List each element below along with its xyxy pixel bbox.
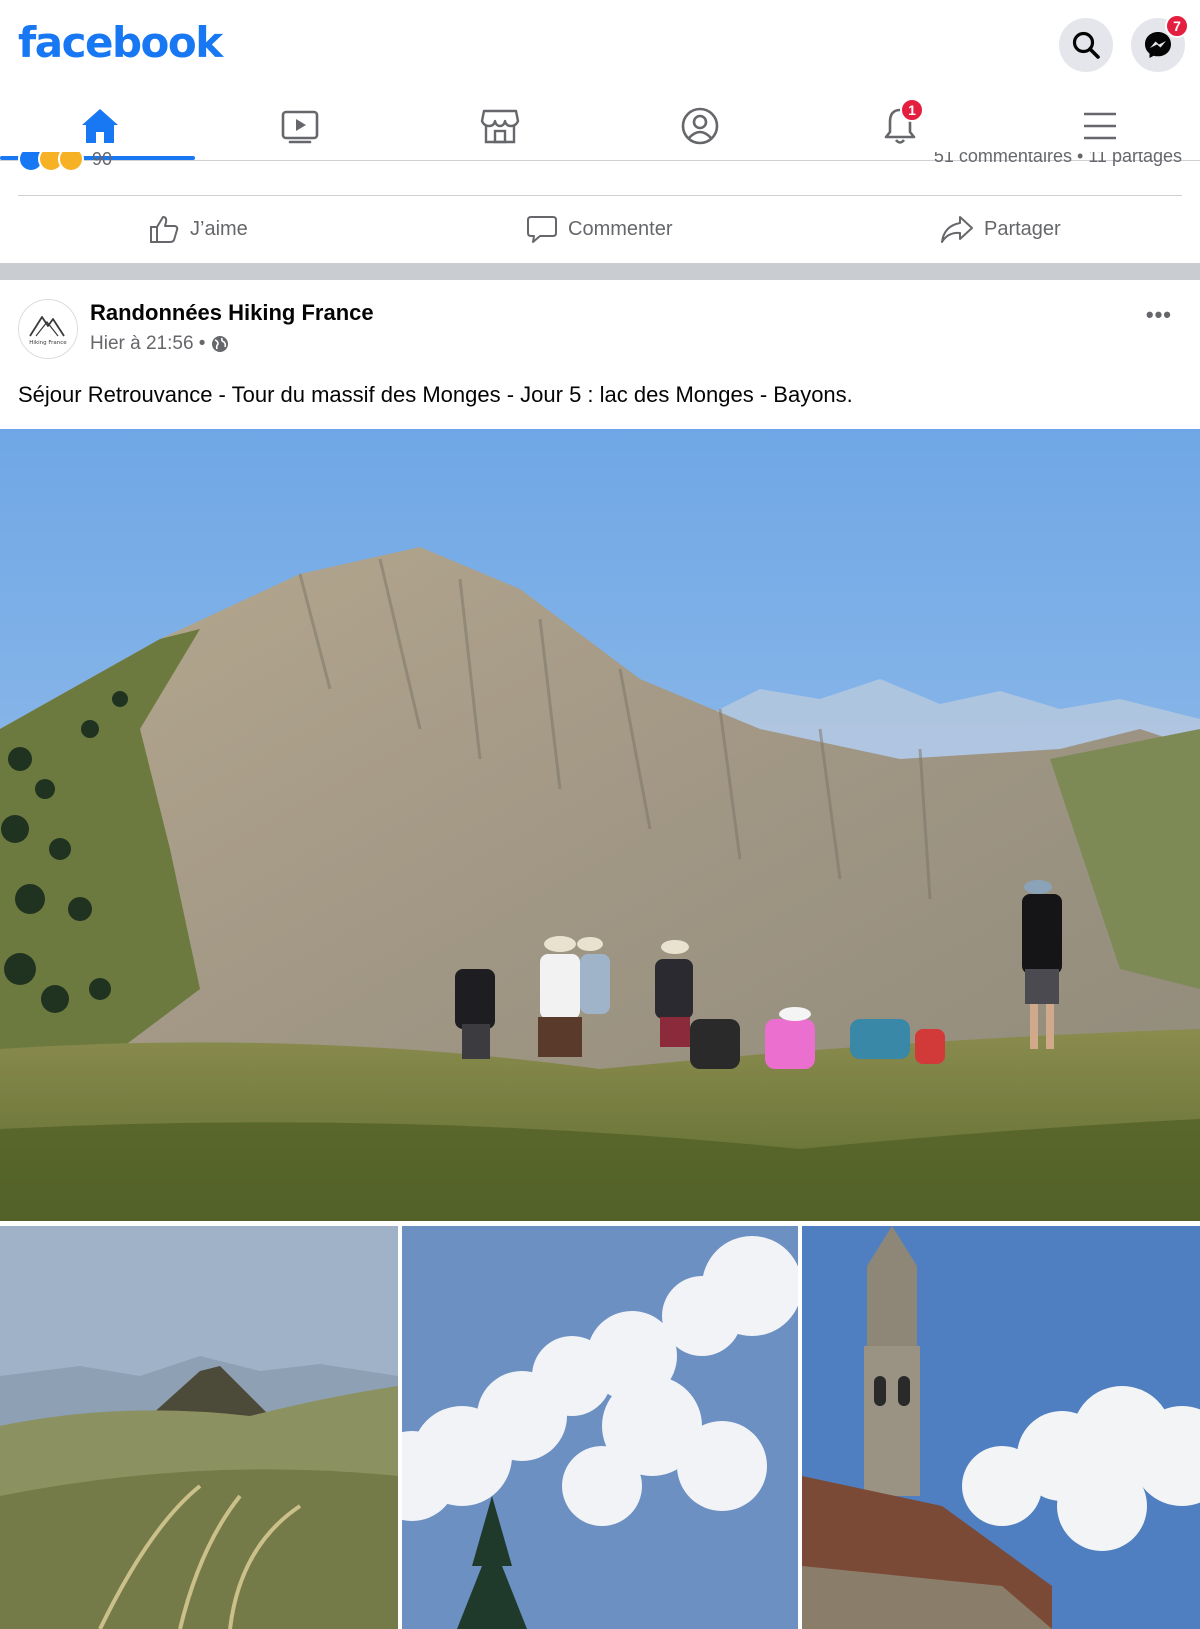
tab-marketplace[interactable] [400, 92, 600, 160]
tab-profile[interactable] [600, 92, 800, 160]
post-photo-3[interactable] [402, 1226, 798, 1629]
comment-label: Commenter [568, 217, 673, 240]
comments-shares-count[interactable]: 51 commentaires • 11 partages [934, 152, 1182, 167]
share-button[interactable]: Partager [940, 196, 1061, 262]
globe-icon [212, 336, 229, 352]
hikers-on-ridge-photo [0, 429, 1200, 1221]
like-label: J’aime [190, 217, 248, 240]
tab-menu[interactable] [1000, 92, 1200, 160]
notifications-badge: 1 [900, 98, 924, 122]
previous-post-actions: J’aime Commenter Partager [0, 196, 1200, 262]
messenger-badge: 7 [1165, 14, 1189, 38]
previous-post-stats: 90 51 commentaires • 11 partages [0, 152, 1200, 174]
nav-bar: 1 [0, 92, 1200, 161]
post-options-button[interactable]: ••• [1146, 302, 1172, 328]
menu-icon [1084, 112, 1116, 140]
page-avatar[interactable]: Hiking France [18, 299, 78, 359]
marketplace-icon [480, 109, 520, 144]
comment-button[interactable]: Commenter [526, 196, 672, 262]
reaction-count: 90 [92, 152, 113, 169]
post-meta: Hier à 21:56 • [90, 333, 229, 355]
mountain-hills-photo [0, 1226, 398, 1629]
messenger-button[interactable]: 7 [1131, 14, 1189, 72]
post-photo-main[interactable] [0, 429, 1200, 1221]
search-button[interactable] [1059, 18, 1113, 72]
post-text: Séjour Retrouvance - Tour du massif des … [18, 382, 853, 407]
tab-watch[interactable] [200, 92, 400, 160]
like-icon [150, 216, 179, 243]
video-icon [281, 110, 319, 144]
clouds-tree-photo [402, 1226, 798, 1629]
home-icon [82, 109, 118, 143]
facebook-logo[interactable]: facebook [18, 18, 223, 67]
share-label: Partager [984, 217, 1061, 240]
wow-reaction-icon [58, 152, 84, 172]
post-timestamp[interactable]: Hier à 21:56 • [90, 333, 205, 355]
tab-home[interactable] [0, 92, 200, 160]
svg-text:Hiking France: Hiking France [29, 340, 67, 346]
like-button[interactable]: J’aime [148, 196, 248, 262]
feed-separator [0, 263, 1200, 280]
hiking-france-logo: Hiking France [29, 316, 67, 346]
top-bar: facebook 7 [0, 0, 1200, 92]
reaction-summary[interactable]: 90 [18, 152, 112, 172]
search-icon [1072, 31, 1100, 59]
post-photo-2[interactable] [0, 1226, 398, 1629]
church-bell-tower-photo [802, 1226, 1200, 1629]
share-icon [941, 216, 973, 243]
tab-notifications[interactable]: 1 [800, 92, 1000, 160]
comment-icon [527, 216, 557, 243]
post-header: Hiking France Randonnées Hiking France H… [0, 280, 1200, 360]
post-photo-4[interactable] [802, 1226, 1200, 1629]
page-name[interactable]: Randonnées Hiking France [90, 300, 374, 326]
profile-icon [681, 107, 719, 145]
